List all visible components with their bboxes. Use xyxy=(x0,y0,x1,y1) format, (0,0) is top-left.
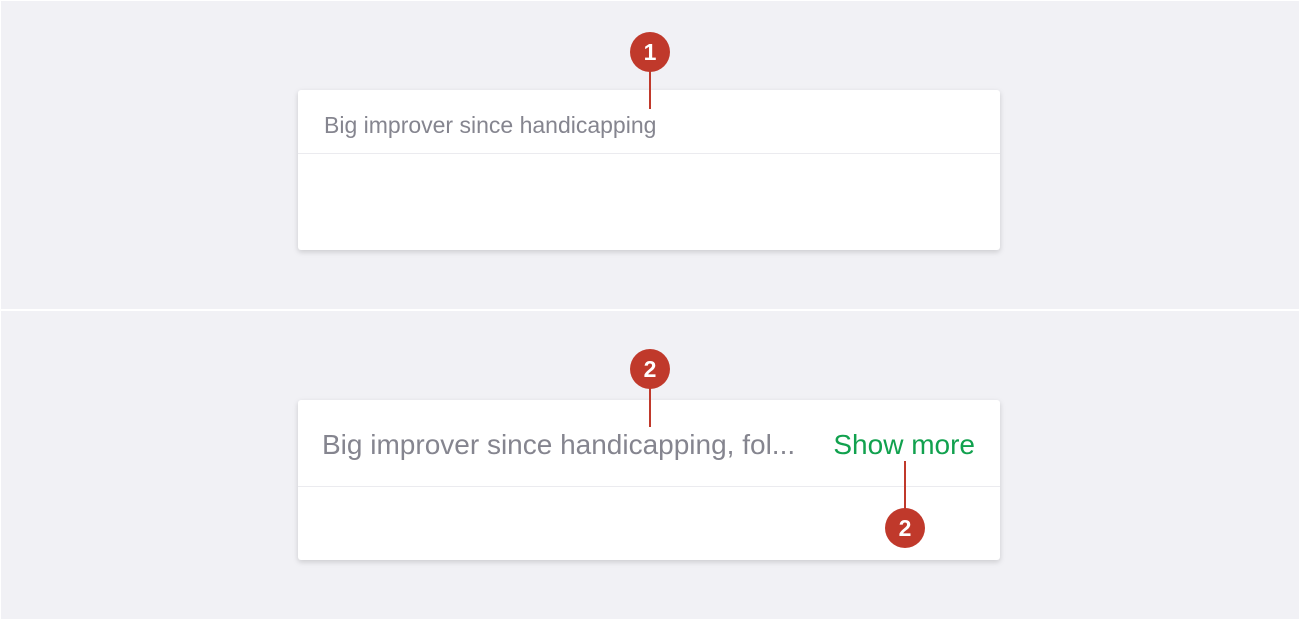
example-panel-1: Big improver since handicapping 1 xyxy=(1,1,1299,309)
marker-leader-line xyxy=(649,386,651,427)
example-panel-2: Big improver since handicapping, fol... … xyxy=(1,311,1299,619)
marker-leader-line xyxy=(904,461,906,511)
title-text: Big improver since handicapping xyxy=(324,112,657,138)
annotation-marker-1: 1 xyxy=(630,32,670,72)
annotation-marker-2-link: 2 xyxy=(885,508,925,548)
card-short-title: Big improver since handicapping xyxy=(298,90,1000,250)
marker-leader-line xyxy=(649,69,651,109)
truncated-title-text: Big improver since handicapping, fol... xyxy=(322,429,796,460)
annotation-marker-2-text: 2 xyxy=(630,349,670,389)
show-more-link[interactable]: Show more xyxy=(833,429,975,461)
